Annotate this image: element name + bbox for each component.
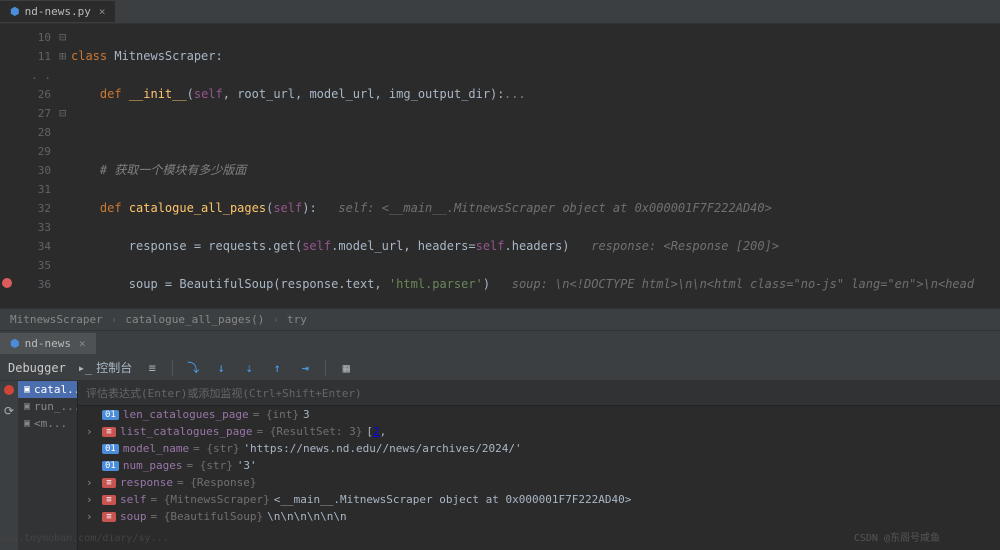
debug-tab-bar: ⬢ nd-news × [0, 331, 1000, 355]
variable-row[interactable]: 01 len_catalogues_page = {int} 3 [78, 406, 1000, 423]
code-editor[interactable]: 1011. .2627282930313233343536 ⊟⊞ ⊟ class… [0, 24, 1000, 308]
debug-panel: ⬢ nd-news × Debugger ▸_控制台 ≡ ⤵ ↓ ⇣ ↑ ⇥ ▦… [0, 330, 1000, 550]
close-icon[interactable]: × [79, 337, 86, 350]
variable-row[interactable]: ›≡ soup = {BeautifulSoup} \n\n\n\n\n\nwi… [78, 508, 1000, 525]
breadcrumb-block[interactable]: try [287, 313, 307, 326]
frame-item[interactable]: ▣<m... [18, 415, 77, 432]
breadcrumb-class[interactable]: MitnewsScraper [10, 313, 103, 326]
watermark: www.toymoban.com/diary/sy... [0, 533, 169, 544]
fold-gutter[interactable]: ⊟⊞ ⊟ [59, 24, 71, 308]
expand-arrow-icon[interactable]: › [86, 493, 98, 506]
line-number-gutter: 1011. .2627282930313233343536 [14, 24, 59, 308]
run-to-cursor-icon[interactable]: ⇥ [297, 360, 313, 376]
chevron-right-icon: › [272, 313, 279, 326]
console-icon: ▸_ [78, 361, 92, 375]
type-badge-icon: ≡ [102, 478, 116, 488]
type-badge-icon: ≡ [102, 495, 116, 505]
stop-icon[interactable] [4, 385, 14, 395]
variable-row[interactable]: ›≡ response = {Response} [78, 474, 1000, 491]
variable-row[interactable]: 01 model_name = {str} 'https://news.nd.e… [78, 440, 1000, 457]
threads-icon[interactable]: ≡ [144, 360, 160, 376]
variables-panel: 评估表达式(Enter)或添加监视(Ctrl+Shift+Enter) 01 l… [78, 381, 1000, 550]
console-subtab[interactable]: ▸_控制台 [78, 359, 132, 376]
debug-toolbar: Debugger ▸_控制台 ≡ ⤵ ↓ ⇣ ↑ ⇥ ▦ [0, 355, 1000, 381]
file-tab[interactable]: ⬢ nd-news.py × [0, 1, 115, 22]
breakpoint-gutter[interactable] [0, 24, 14, 308]
debug-run-tab[interactable]: ⬢ nd-news × [0, 333, 96, 354]
close-icon[interactable]: × [99, 5, 106, 18]
step-into-my-icon[interactable]: ⇣ [241, 360, 257, 376]
watermark: CSDN @东阁号咸鱼 [854, 529, 940, 544]
frame-item[interactable]: ▣catal... [18, 381, 77, 398]
step-out-icon[interactable]: ↑ [269, 360, 285, 376]
type-badge-icon: ≡ [102, 427, 116, 437]
step-into-icon[interactable]: ↓ [213, 360, 229, 376]
code-content[interactable]: class MitnewsScraper: def __init__(self,… [71, 24, 1000, 308]
variable-row[interactable]: ›≡ self = {MitnewsScraper} <__main__.Mit… [78, 491, 1000, 508]
expand-arrow-icon[interactable]: › [86, 510, 98, 523]
breadcrumb-method[interactable]: catalogue_all_pages() [125, 313, 264, 326]
type-badge-icon: ≡ [102, 512, 116, 522]
type-badge-icon: 01 [102, 461, 119, 471]
step-over-icon[interactable]: ⤵ [185, 360, 201, 376]
evaluate-icon[interactable]: ▦ [338, 360, 354, 376]
tab-filename: nd-news.py [25, 5, 91, 18]
type-badge-icon: 01 [102, 444, 119, 454]
variable-row[interactable]: ›≡ list_catalogues_page = {ResultSet: 3}… [78, 423, 1000, 440]
breadcrumb: MitnewsScraper › catalogue_all_pages() ›… [0, 308, 1000, 330]
chevron-right-icon: › [111, 313, 118, 326]
frames-list[interactable]: ▣catal... ▣run_... ▣<m... [18, 381, 78, 550]
debug-side-toolbar: ⟳ [0, 381, 18, 550]
evaluate-input[interactable]: 评估表达式(Enter)或添加监视(Ctrl+Shift+Enter) [78, 381, 1000, 406]
variable-row[interactable]: 01 num_pages = {str} '3' [78, 457, 1000, 474]
breakpoint-dot[interactable] [2, 278, 12, 288]
resume-icon[interactable]: ⟳ [1, 403, 17, 419]
python-file-icon: ⬢ [10, 5, 20, 18]
expand-arrow-icon[interactable]: › [86, 425, 98, 438]
debugger-subtab[interactable]: Debugger [8, 361, 66, 375]
type-badge-icon: 01 [102, 410, 119, 420]
frame-item[interactable]: ▣run_... [18, 398, 77, 415]
expand-arrow-icon[interactable]: › [86, 476, 98, 489]
editor-tab-bar: ⬢ nd-news.py × [0, 0, 1000, 24]
python-file-icon: ⬢ [10, 337, 20, 350]
